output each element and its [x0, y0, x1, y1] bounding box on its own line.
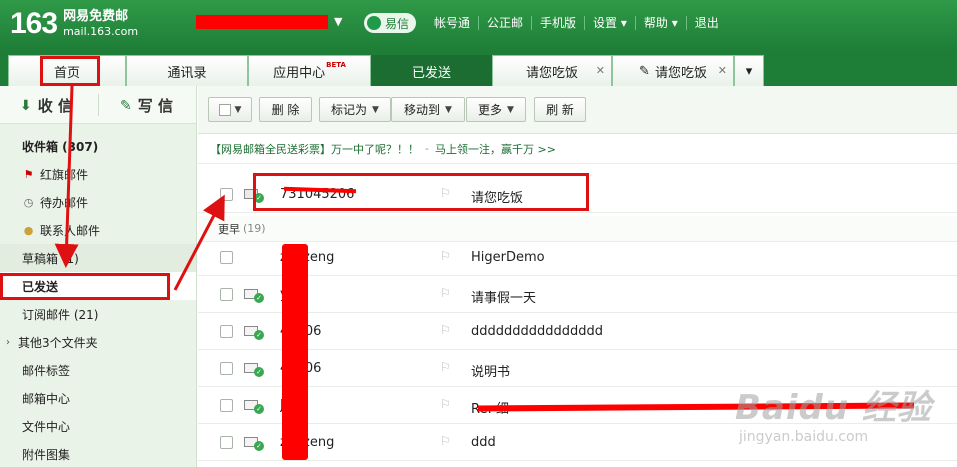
watermark-line2: jingyan.baidu.com	[739, 429, 869, 445]
baidu-watermark: Baidu 经验 jingyan.baidu.com	[735, 380, 932, 445]
watermark-line1: Baidu 经验	[735, 388, 932, 428]
arrow-sent-to-mail	[173, 194, 225, 291]
arrow-home-to-sent	[54, 85, 79, 268]
